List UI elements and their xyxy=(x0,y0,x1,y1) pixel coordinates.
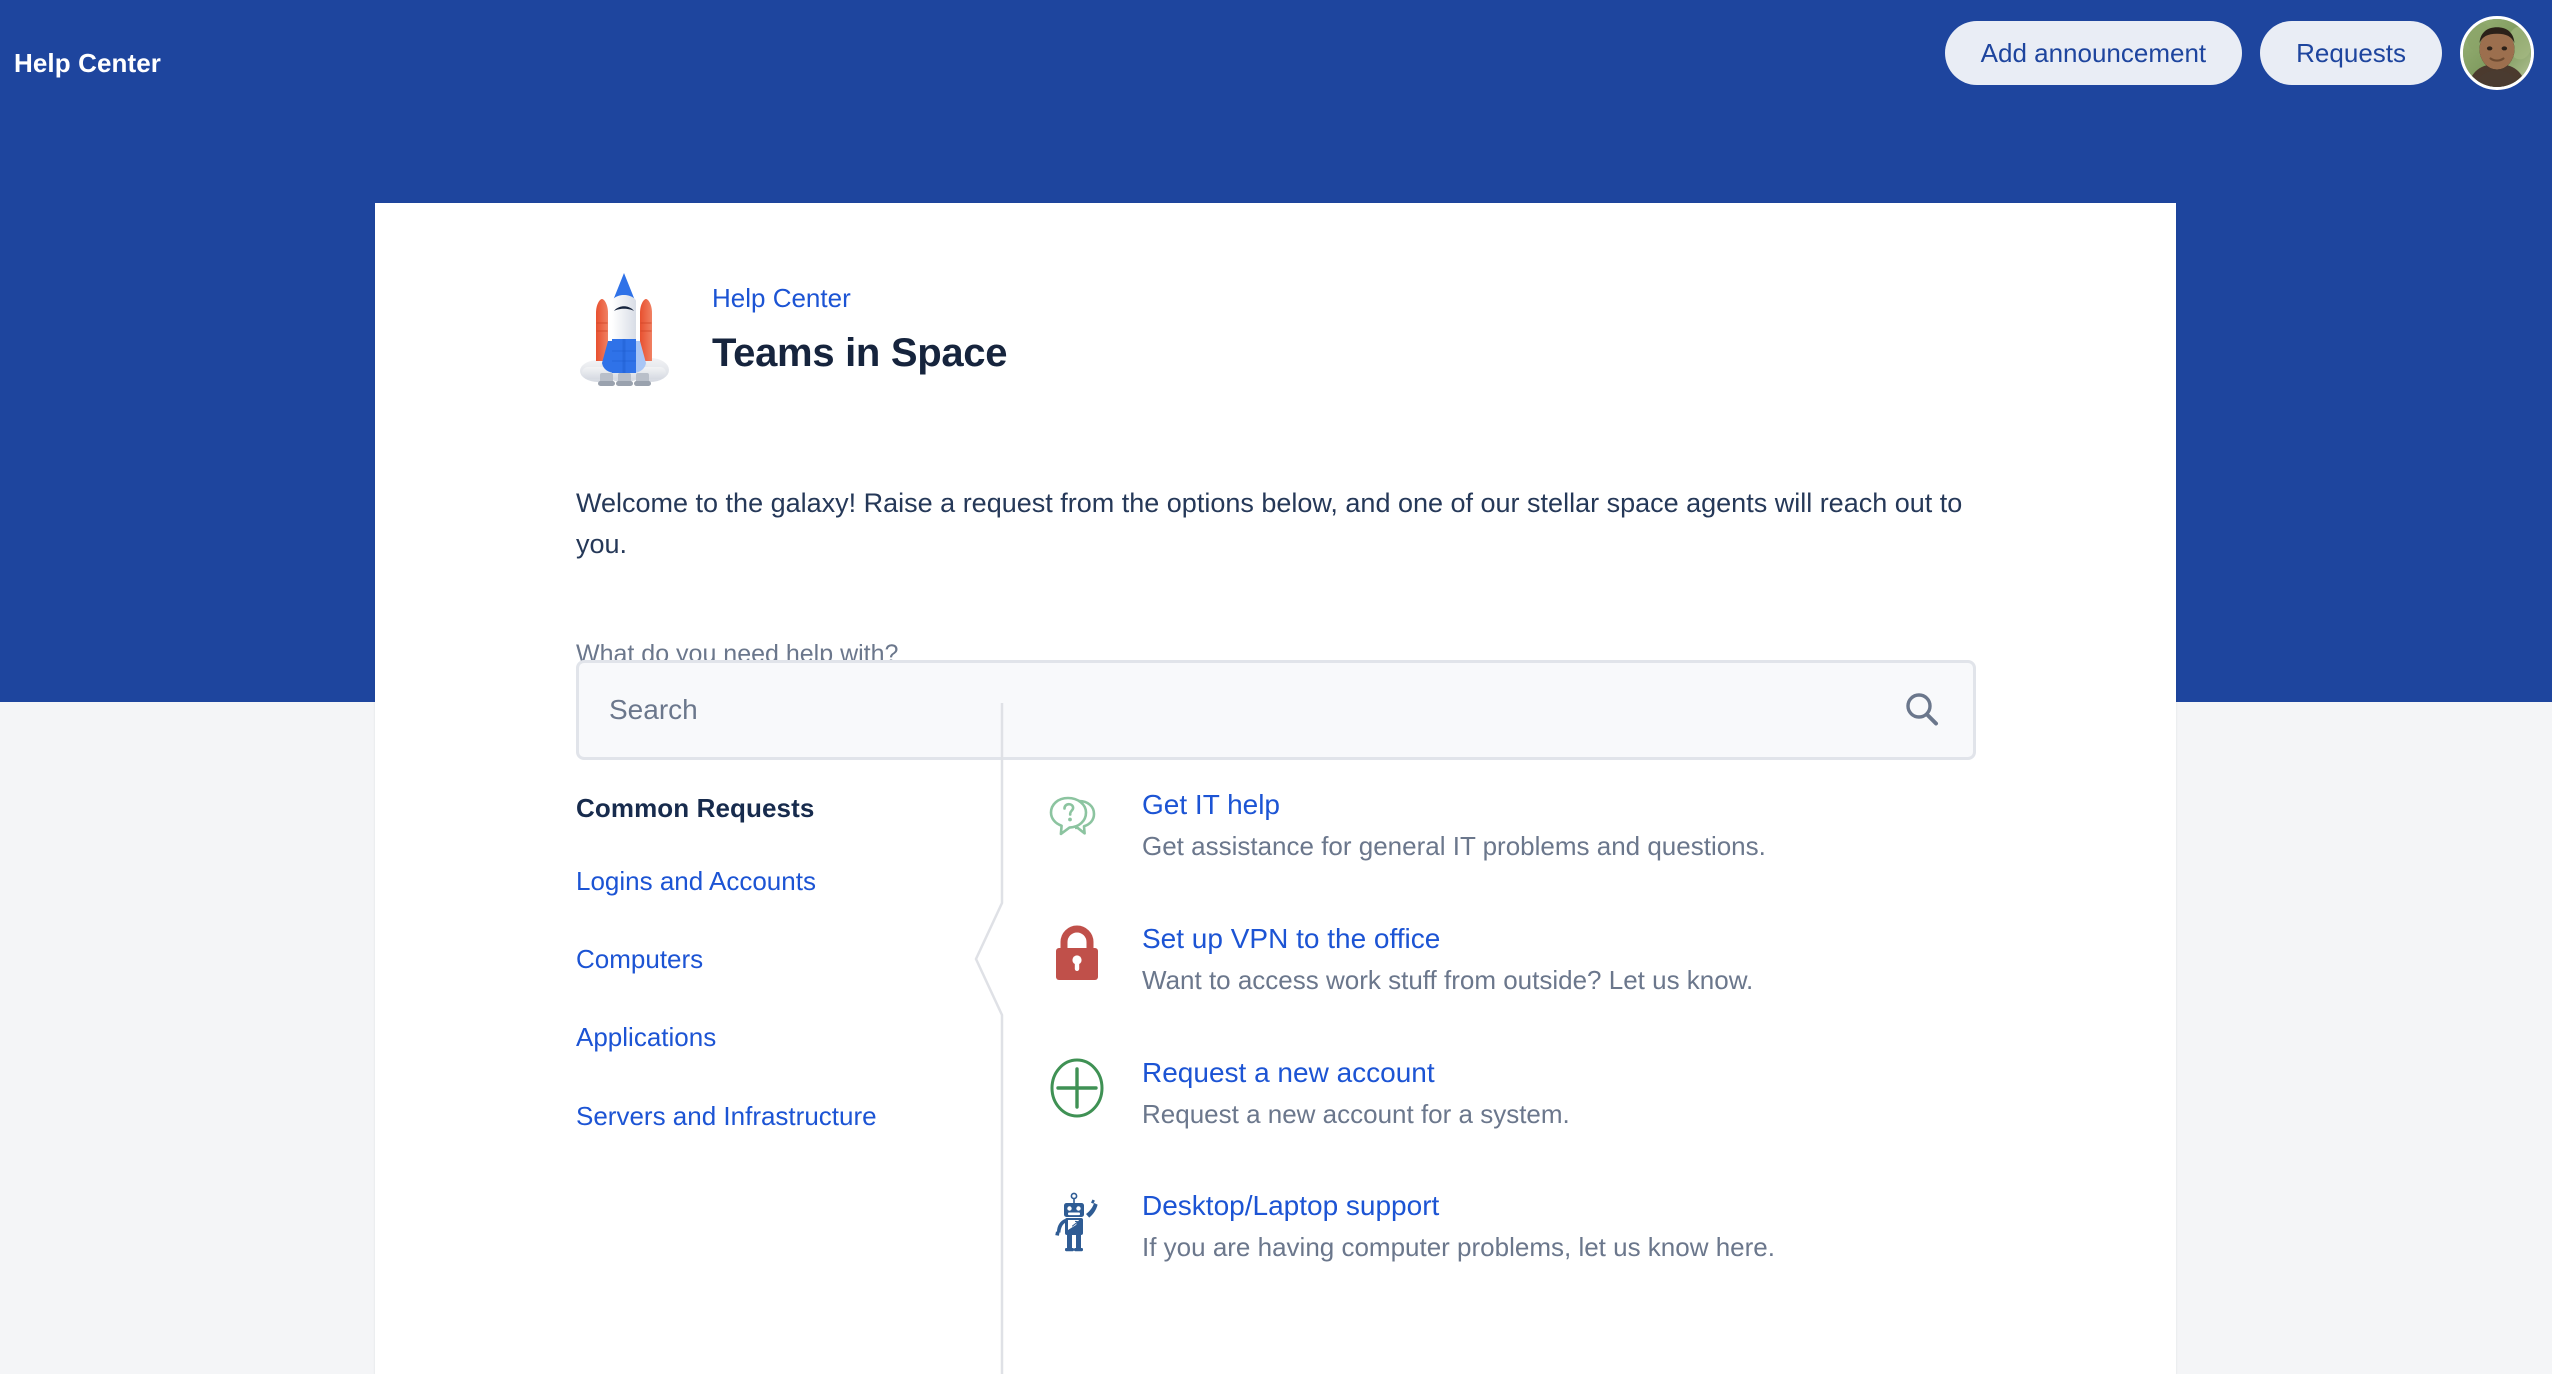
request-type-text: Set up VPN to the office Want to access … xyxy=(1142,921,1753,998)
padlock-icon xyxy=(1046,923,1108,985)
search-area xyxy=(576,660,1976,760)
welcome-message: Welcome to the galaxy! Raise a request f… xyxy=(576,488,1963,559)
search-icon[interactable] xyxy=(1901,689,1943,731)
sidebar-item-logins-and-accounts[interactable]: Logins and Accounts xyxy=(576,866,966,897)
request-type-description: Want to access work stuff from outside? … xyxy=(1142,964,1754,995)
request-type-description: Request a new account for a system. xyxy=(1142,1098,1570,1129)
header-actions: Add announcement Requests xyxy=(1944,16,2534,90)
portal-card: Help Center Teams in Space Welcome to th… xyxy=(375,203,2176,1374)
portal-eyebrow-link[interactable]: Help Center xyxy=(712,283,1007,314)
search-input[interactable] xyxy=(609,694,1901,726)
nav-title: Common Requests xyxy=(576,793,815,823)
sidebar-item-servers-and-infrastructure[interactable]: Servers and Infrastructure xyxy=(576,1101,966,1132)
sidebar-item-computers[interactable]: Computers xyxy=(576,944,966,975)
column-divider xyxy=(974,703,1020,1374)
request-type-text: Request a new account Request a new acco… xyxy=(1142,1055,1570,1132)
request-type-list: Get IT help Get assistance for general I… xyxy=(1046,787,2076,1322)
request-type-desktop-laptop-support[interactable]: Desktop/Laptop support If you are having… xyxy=(1046,1188,2076,1265)
request-type-description: Get assistance for general IT problems a… xyxy=(1142,831,1766,861)
speech-bubble-question-icon xyxy=(1046,789,1108,851)
circle-plus-icon xyxy=(1046,1057,1108,1119)
portal-brand: Help Center Teams in Space xyxy=(576,267,1008,395)
portal-name: Teams in Space xyxy=(712,330,1008,375)
help-center-page: Help Center Add announcement Requests He… xyxy=(0,0,2552,1374)
request-type-text: Desktop/Laptop support If you are having… xyxy=(1142,1188,1775,1265)
common-requests-nav: Common Requests Logins and Accounts Comp… xyxy=(576,793,966,1132)
requests-button[interactable]: Requests xyxy=(2260,21,2442,85)
request-type-title[interactable]: Desktop/Laptop support xyxy=(1142,1188,1775,1223)
request-type-title[interactable]: Request a new account xyxy=(1142,1055,1570,1090)
site-title: Help Center xyxy=(14,48,162,78)
request-type-text: Get IT help Get assistance for general I… xyxy=(1142,787,1766,864)
portal-brand-text: Help Center Teams in Space xyxy=(712,283,1008,378)
search-box[interactable] xyxy=(576,660,1976,760)
add-announcement-button[interactable]: Add announcement xyxy=(1944,21,2243,85)
request-type-set-up-vpn[interactable]: Set up VPN to the office Want to access … xyxy=(1046,921,2076,998)
request-type-title[interactable]: Get IT help xyxy=(1142,787,1766,822)
request-type-title[interactable]: Set up VPN to the office xyxy=(1142,921,1753,956)
request-type-get-it-help[interactable]: Get IT help Get assistance for general I… xyxy=(1046,787,2076,864)
request-type-request-new-account[interactable]: Request a new account Request a new acco… xyxy=(1046,1055,2076,1132)
sidebar-item-applications[interactable]: Applications xyxy=(576,1022,966,1053)
request-type-description: If you are having computer problems, let… xyxy=(1142,1232,1775,1263)
robot-icon xyxy=(1046,1190,1108,1252)
rocket-icon xyxy=(576,267,672,395)
avatar[interactable] xyxy=(2460,16,2534,90)
